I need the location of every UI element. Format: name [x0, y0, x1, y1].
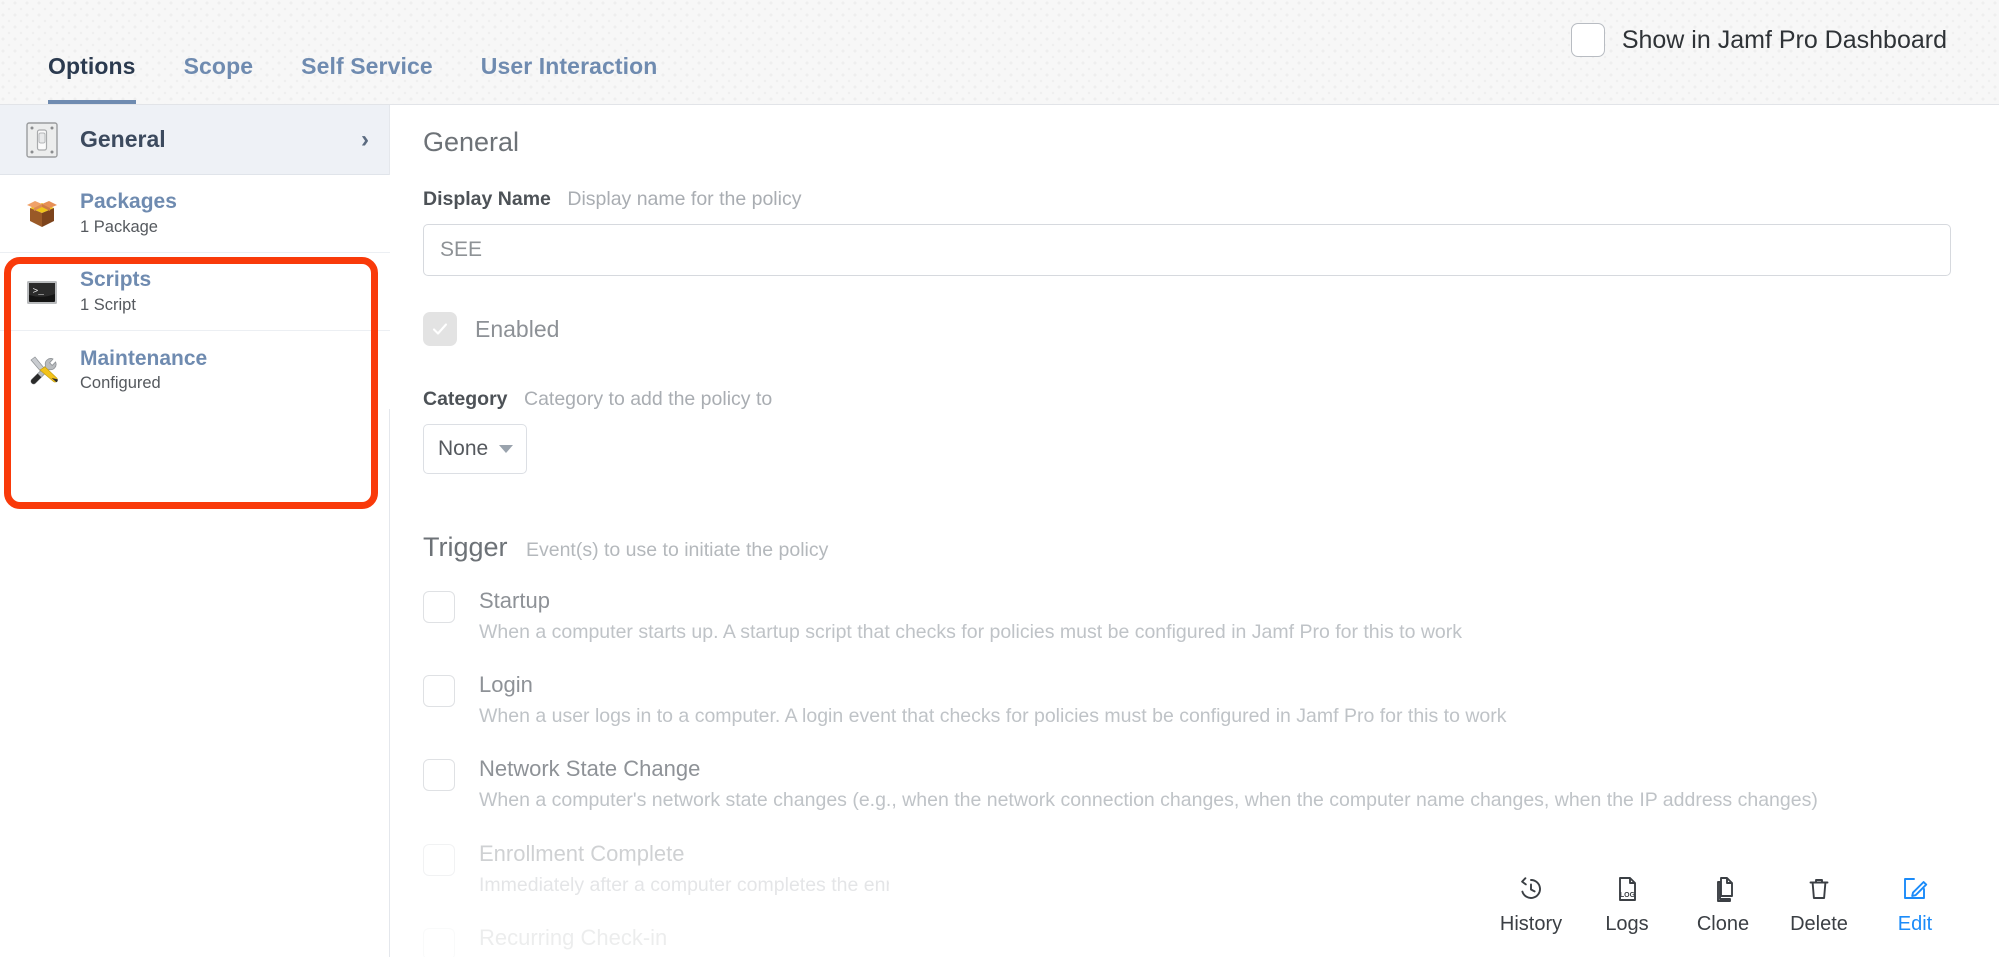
- trigger-section-hint: Event(s) to use to initiate the policy: [525, 539, 829, 561]
- page-title: General: [423, 127, 520, 157]
- logs-button[interactable]: LOG Logs: [1579, 873, 1675, 934]
- edit-button-label: Edit: [1897, 912, 1933, 935]
- trigger-network-state-change-label: Network State Change: [479, 756, 701, 782]
- sidebar-item-scripts-count: 1 Script: [80, 295, 136, 314]
- policy-options-screen: Options Scope Self Service User Interact…: [0, 0, 1999, 957]
- trigger-item-startup[interactable]: Startup When a computer starts up. A sta…: [423, 588, 1959, 646]
- logs-button-label: Logs: [1605, 912, 1649, 935]
- switch-plate-icon: [22, 120, 62, 160]
- sidebar-item-packages[interactable]: Packages 1 Package: [0, 175, 390, 253]
- display-name-input[interactable]: [423, 224, 1951, 276]
- trigger-recurring-checkbox-wrap: [423, 925, 455, 957]
- sidebar-item-packages-count: 1 Package: [80, 217, 158, 236]
- pencil-square-icon: [1900, 873, 1930, 905]
- sidebar-item-maintenance-text: Maintenance Configured: [80, 347, 370, 393]
- trigger-network-state-change-checkbox[interactable]: [423, 759, 455, 792]
- checkmark-icon: [432, 323, 448, 335]
- bottom-action-bar: History LOG Logs Clone Delete Edit: [889, 849, 1999, 957]
- general-payload-panel: General Display Name Display name for th…: [391, 105, 1999, 957]
- terminal-icon: >_: [22, 272, 62, 312]
- open-box-icon: [22, 194, 62, 234]
- clone-button[interactable]: Clone: [1675, 873, 1771, 934]
- trigger-startup-body: Startup When a computer starts up. A sta…: [479, 588, 1959, 646]
- trigger-startup-checkbox-wrap: [423, 588, 455, 646]
- sidebar-item-maintenance-status: Configured: [80, 374, 161, 393]
- display-name-hint: Display name for the policy: [567, 188, 802, 210]
- trigger-login-body: Login When a user logs in to a computer.…: [479, 672, 1959, 730]
- trigger-network-checkbox-wrap: [423, 756, 455, 814]
- sidebar-item-maintenance-label: Maintenance: [80, 346, 208, 370]
- display-name-field-row: Display Name Display name for the policy: [423, 188, 1959, 276]
- trigger-login-checkbox[interactable]: [423, 675, 455, 708]
- trigger-login-label: Login: [479, 672, 533, 698]
- sidebar-item-scripts-label: Scripts: [80, 268, 152, 292]
- category-selected-value: None: [438, 437, 489, 460]
- tab-list: Options Scope Self Service User Interact…: [48, 0, 705, 104]
- enabled-checkbox[interactable]: [423, 312, 457, 346]
- display-name-label: Display Name: [423, 188, 551, 210]
- trigger-network-state-change-desc: When a computer's network state changes …: [479, 789, 1818, 812]
- sidebar-item-maintenance[interactable]: Maintenance Configured: [0, 331, 390, 409]
- delete-button[interactable]: Delete: [1771, 873, 1867, 934]
- trigger-startup-label: Startup: [479, 588, 550, 613]
- tab-user-interaction[interactable]: User Interaction: [481, 55, 658, 104]
- trigger-login-desc: When a user logs in to a computer. A log…: [479, 705, 1507, 728]
- history-button[interactable]: History: [1483, 873, 1579, 934]
- delete-button-label: Delete: [1790, 912, 1848, 935]
- tab-scope[interactable]: Scope: [184, 55, 254, 104]
- tab-options[interactable]: Options: [48, 55, 136, 104]
- history-clock-icon: [1516, 873, 1546, 905]
- category-select[interactable]: None: [423, 424, 527, 474]
- log-document-icon: LOG: [1612, 873, 1642, 905]
- clone-button-label: Clone: [1696, 912, 1750, 935]
- svg-text:>_: >_: [33, 285, 45, 296]
- trigger-network-body: Network State Change When a computer's n…: [479, 756, 1959, 814]
- sidebar-item-scripts-text: Scripts 1 Script: [80, 268, 370, 314]
- sidebar-item-general[interactable]: General ›: [0, 105, 389, 175]
- trigger-startup-desc: When a computer starts up. A startup scr…: [479, 620, 1463, 643]
- category-label: Category: [423, 388, 508, 410]
- tab-self-service[interactable]: Self Service: [301, 55, 433, 104]
- svg-text:LOG: LOG: [1620, 892, 1636, 899]
- sidebar-item-general-label: General: [80, 126, 166, 153]
- sidebar-item-scripts[interactable]: >_ Scripts 1 Script: [0, 253, 390, 331]
- category-hint: Category to add the policy to: [523, 388, 773, 410]
- trigger-enrollment-complete-checkbox[interactable]: [423, 843, 455, 876]
- trigger-item-login[interactable]: Login When a user logs in to a computer.…: [423, 672, 1959, 730]
- sidebar-item-packages-text: Packages 1 Package: [80, 190, 370, 236]
- chevron-down-icon: [499, 445, 513, 453]
- history-button-label: History: [1499, 912, 1563, 935]
- chevron-right-icon[interactable]: ›: [361, 126, 369, 154]
- edit-button[interactable]: Edit: [1867, 873, 1963, 934]
- trigger-recurring-check-in-checkbox[interactable]: [423, 927, 455, 957]
- sidebar-item-general-text: General: [80, 126, 361, 152]
- trigger-item-network-state-change[interactable]: Network State Change When a computer's n…: [423, 756, 1959, 814]
- trigger-enrollment-checkbox-wrap: [423, 841, 455, 899]
- enabled-label: Enabled: [475, 315, 560, 342]
- sidebar-subitem-list: Packages 1 Package >_ Scripts 1 Script M…: [0, 175, 390, 409]
- show-in-dashboard-checkbox[interactable]: [1570, 23, 1605, 57]
- copy-pages-icon: [1708, 873, 1738, 905]
- trigger-login-checkbox-wrap: [423, 672, 455, 730]
- top-tab-bar: Options Scope Self Service User Interact…: [0, 0, 1999, 105]
- tools-icon: [22, 350, 62, 390]
- sidebar-item-packages-label: Packages: [80, 190, 177, 214]
- category-field-row: Category Category to add the policy to N…: [423, 388, 1959, 474]
- show-in-dashboard-toggle[interactable]: Show in Jamf Pro Dashboard: [1570, 23, 1947, 57]
- trigger-startup-checkbox[interactable]: [423, 591, 455, 623]
- enabled-toggle[interactable]: Enabled: [423, 312, 1959, 346]
- trash-icon: [1804, 873, 1834, 905]
- payload-sidebar: General › Packages 1 Package >_ Scripts …: [0, 105, 390, 957]
- trigger-section-title: Trigger: [423, 532, 508, 562]
- show-in-dashboard-label: Show in Jamf Pro Dashboard: [1621, 25, 1947, 54]
